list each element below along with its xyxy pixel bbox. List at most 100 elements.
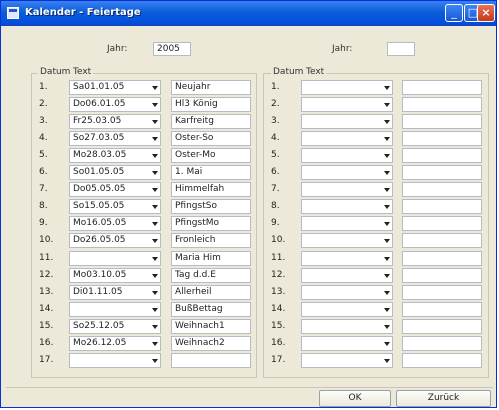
chevron-down-icon[interactable] [381, 132, 392, 145]
chevron-down-icon[interactable] [149, 81, 160, 94]
right-date-select[interactable] [301, 319, 393, 334]
left-date-select[interactable] [69, 251, 161, 266]
right-year-input[interactable] [387, 42, 415, 56]
right-date-select[interactable] [301, 268, 393, 283]
left-holiday-text-field[interactable]: Himmelfah [171, 182, 251, 197]
chevron-down-icon[interactable] [381, 81, 392, 94]
chevron-down-icon[interactable] [149, 286, 160, 299]
left-holiday-text-field[interactable]: Tag d.d.E [171, 268, 251, 283]
left-holiday-text-field[interactable]: Oster-Mo [171, 148, 251, 163]
left-holiday-text-field[interactable]: Neujahr [171, 80, 251, 95]
chevron-down-icon[interactable] [381, 217, 392, 230]
chevron-down-icon[interactable] [381, 98, 392, 111]
right-holiday-text-field[interactable] [402, 302, 482, 317]
right-date-select[interactable] [301, 216, 393, 231]
chevron-down-icon[interactable] [149, 132, 160, 145]
left-date-select[interactable]: Sa01.01.05 [69, 80, 161, 95]
right-date-select[interactable] [301, 97, 393, 112]
left-date-select[interactable] [69, 302, 161, 317]
left-date-select[interactable]: So25.12.05 [69, 319, 161, 334]
left-holiday-text-field[interactable]: Weihnach2 [171, 336, 251, 351]
left-holiday-text-field[interactable]: Allerheil [171, 285, 251, 300]
right-holiday-text-field[interactable] [402, 285, 482, 300]
left-date-select[interactable]: So27.03.05 [69, 131, 161, 146]
chevron-down-icon[interactable] [149, 269, 160, 282]
right-date-select[interactable] [301, 353, 393, 368]
left-date-select[interactable]: Fr25.03.05 [69, 114, 161, 129]
chevron-down-icon[interactable] [381, 183, 392, 196]
chevron-down-icon[interactable] [381, 269, 392, 282]
left-holiday-text-field[interactable]: Hl3 König [171, 97, 251, 112]
right-date-select[interactable] [301, 251, 393, 266]
left-date-select[interactable]: Mo26.12.05 [69, 336, 161, 351]
chevron-down-icon[interactable] [149, 354, 160, 367]
chevron-down-icon[interactable] [149, 183, 160, 196]
right-holiday-text-field[interactable] [402, 353, 482, 368]
back-button[interactable]: Zurück [396, 390, 491, 407]
left-date-select[interactable]: Mo28.03.05 [69, 148, 161, 163]
right-holiday-text-field[interactable] [402, 268, 482, 283]
right-date-select[interactable] [301, 199, 393, 214]
left-holiday-text-field[interactable]: BußBettag [171, 302, 251, 317]
right-holiday-text-field[interactable] [402, 216, 482, 231]
right-date-select[interactable] [301, 80, 393, 95]
right-date-select[interactable] [301, 131, 393, 146]
right-holiday-text-field[interactable] [402, 165, 482, 180]
left-holiday-text-field[interactable]: Weihnach1 [171, 319, 251, 334]
chevron-down-icon[interactable] [381, 320, 392, 333]
right-holiday-text-field[interactable] [402, 199, 482, 214]
chevron-down-icon[interactable] [381, 166, 392, 179]
left-date-select[interactable]: Mo03.10.05 [69, 268, 161, 283]
left-date-select[interactable]: So15.05.05 [69, 199, 161, 214]
left-date-select[interactable]: Mo16.05.05 [69, 216, 161, 231]
title-bar[interactable]: Kalender - Feiertage _ □ × [1, 1, 496, 26]
left-holiday-text-field[interactable]: Fronleich [171, 233, 251, 248]
right-holiday-text-field[interactable] [402, 97, 482, 112]
left-holiday-text-field[interactable]: Oster-So [171, 131, 251, 146]
chevron-down-icon[interactable] [149, 115, 160, 128]
left-date-select[interactable]: Di01.11.05 [69, 285, 161, 300]
chevron-down-icon[interactable] [381, 354, 392, 367]
right-holiday-text-field[interactable] [402, 131, 482, 146]
chevron-down-icon[interactable] [381, 115, 392, 128]
left-holiday-text-field[interactable]: Karfreitg [171, 114, 251, 129]
right-date-select[interactable] [301, 285, 393, 300]
left-holiday-text-field[interactable] [171, 353, 251, 368]
right-date-select[interactable] [301, 302, 393, 317]
chevron-down-icon[interactable] [149, 166, 160, 179]
right-holiday-text-field[interactable] [402, 319, 482, 334]
chevron-down-icon[interactable] [149, 337, 160, 350]
right-holiday-text-field[interactable] [402, 114, 482, 129]
left-holiday-text-field[interactable]: PfingstSo [171, 199, 251, 214]
left-holiday-text-field[interactable]: 1. Mai [171, 165, 251, 180]
left-holiday-text-field[interactable]: PfingstMo [171, 216, 251, 231]
chevron-down-icon[interactable] [149, 217, 160, 230]
left-year-input[interactable]: 2005 [153, 42, 191, 56]
right-holiday-text-field[interactable] [402, 336, 482, 351]
left-date-select[interactable]: So01.05.05 [69, 165, 161, 180]
close-button[interactable]: × [477, 4, 495, 22]
chevron-down-icon[interactable] [381, 286, 392, 299]
chevron-down-icon[interactable] [381, 234, 392, 247]
right-date-select[interactable] [301, 233, 393, 248]
chevron-down-icon[interactable] [149, 149, 160, 162]
chevron-down-icon[interactable] [149, 98, 160, 111]
chevron-down-icon[interactable] [149, 234, 160, 247]
chevron-down-icon[interactable] [381, 200, 392, 213]
right-date-select[interactable] [301, 182, 393, 197]
minimize-button[interactable]: _ [445, 4, 463, 22]
right-holiday-text-field[interactable] [402, 233, 482, 248]
chevron-down-icon[interactable] [381, 303, 392, 316]
right-date-select[interactable] [301, 148, 393, 163]
right-holiday-text-field[interactable] [402, 148, 482, 163]
right-holiday-text-field[interactable] [402, 182, 482, 197]
chevron-down-icon[interactable] [149, 252, 160, 265]
right-holiday-text-field[interactable] [402, 80, 482, 95]
left-holiday-text-field[interactable]: Maria Him [171, 251, 251, 266]
left-date-select[interactable]: Do06.01.05 [69, 97, 161, 112]
right-holiday-text-field[interactable] [402, 251, 482, 266]
chevron-down-icon[interactable] [381, 149, 392, 162]
ok-button[interactable]: OK [319, 390, 391, 407]
right-date-select[interactable] [301, 336, 393, 351]
chevron-down-icon[interactable] [381, 252, 392, 265]
